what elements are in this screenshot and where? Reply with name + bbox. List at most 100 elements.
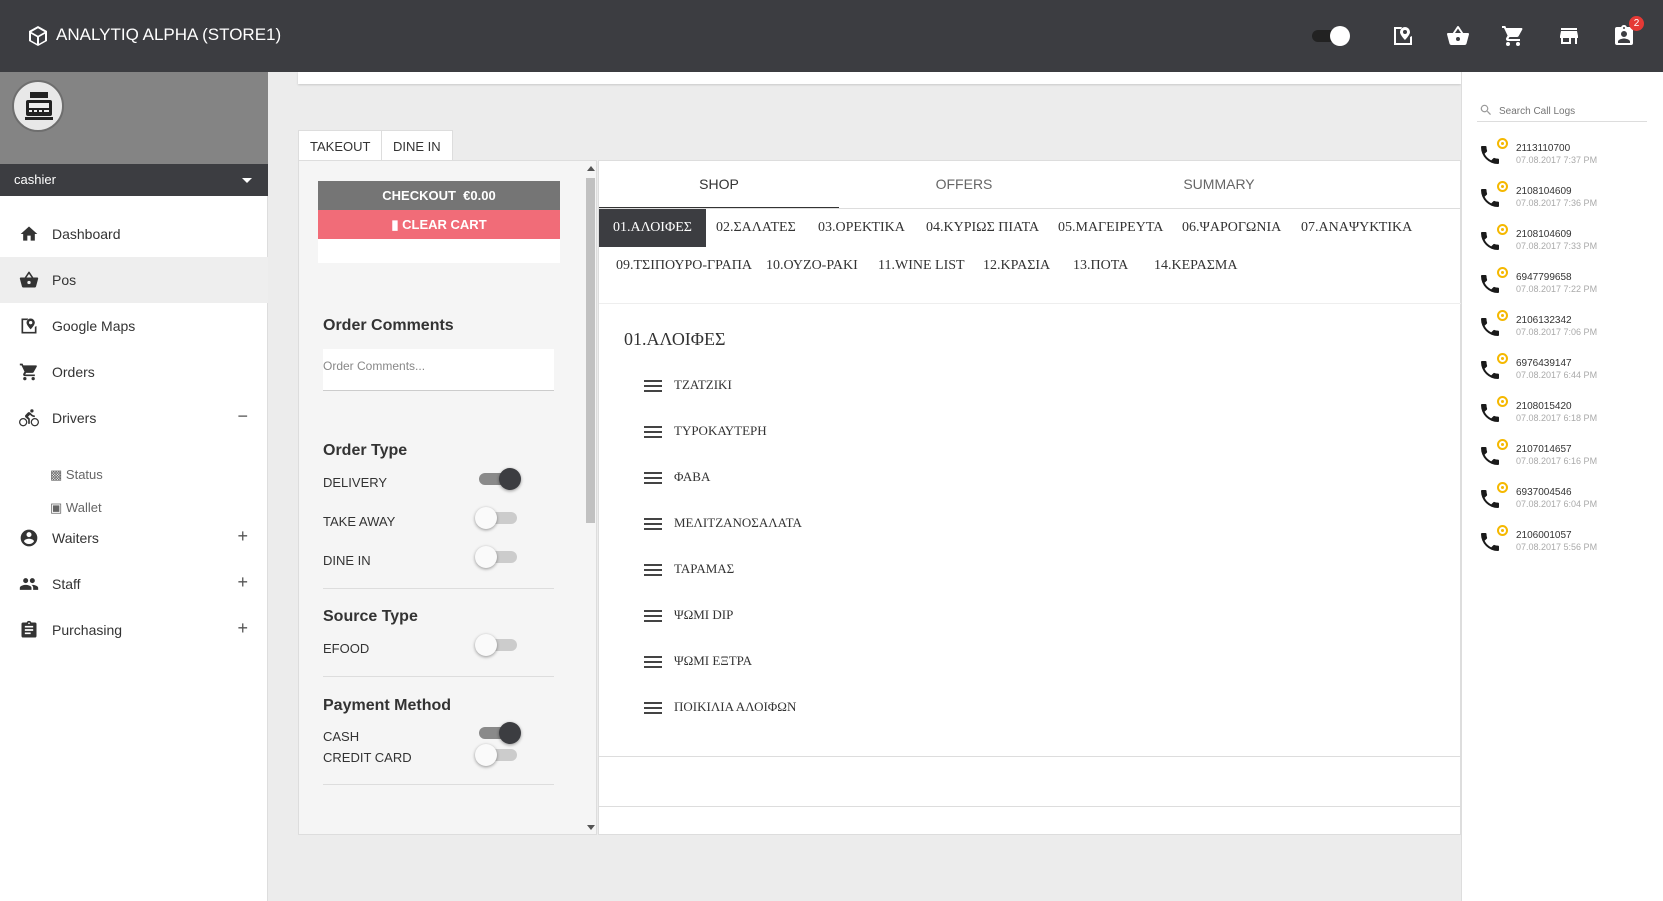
tab-dine-in[interactable]: DINE IN	[381, 130, 453, 161]
checkout-button[interactable]: CHECKOUT €0.00	[318, 181, 560, 210]
store-icon[interactable]	[1557, 24, 1581, 48]
menu-icon	[644, 472, 662, 484]
menu-icon	[644, 656, 662, 668]
nav-item-staff[interactable]: Staff +	[0, 561, 268, 607]
product-name: ΨΩΜΙ ΕΞΤΡΑ	[674, 653, 753, 668]
efood-switch[interactable]	[475, 634, 521, 656]
map-icon[interactable]	[1391, 24, 1415, 48]
call-log-item[interactable]: 2108104609 07.08.2017 7:36 PM	[1478, 181, 1658, 221]
call-log-item[interactable]: 6976439147 07.08.2017 6:44 PM	[1478, 353, 1658, 393]
cart-items-area	[318, 239, 560, 263]
avatar[interactable]	[12, 80, 64, 132]
nav-item-pos[interactable]: Pos	[0, 257, 268, 303]
wallet-icon: ▣	[50, 500, 63, 515]
tab-shop[interactable]: SHOP	[599, 161, 839, 209]
call-date: 07.08.2017 5:56 PM	[1516, 542, 1598, 552]
map-icon	[19, 316, 39, 336]
call-log-item[interactable]: 2108015420 07.08.2017 6:18 PM	[1478, 396, 1658, 436]
status-dot-icon	[1497, 224, 1508, 235]
call-number: 2107014657	[1516, 444, 1572, 455]
category-tab[interactable]: 10.ΟΥΖΟ-ΡΑΚΙ	[752, 247, 872, 285]
nav-item-waiters[interactable]: Waiters +	[0, 515, 268, 561]
status-dot-icon	[1497, 396, 1508, 407]
dine-in-switch[interactable]	[475, 546, 521, 568]
nav-item-drivers[interactable]: Drivers −	[0, 395, 268, 441]
order-type-delivery-label: DELIVERY	[323, 475, 388, 490]
category-tab[interactable]: 02.ΣΑΛΑΤΕΣ	[702, 209, 810, 247]
account-circle-icon	[19, 528, 39, 548]
category-tab[interactable]: 06.ΨΑΡΟΓΩΝΙΑ	[1168, 209, 1295, 247]
call-log-item[interactable]: 6947799658 07.08.2017 7:22 PM	[1478, 267, 1658, 307]
call-log-item[interactable]: 2107014657 07.08.2017 6:16 PM	[1478, 439, 1658, 479]
take-away-switch[interactable]	[475, 507, 521, 529]
menu-icon	[644, 518, 662, 530]
nav-item-google-maps[interactable]: Google Maps	[0, 303, 268, 349]
credit-card-switch[interactable]	[475, 744, 521, 766]
product-name: ΠΟΙΚΙΛΙΑ ΑΛΟΙΦΩΝ	[674, 699, 797, 714]
nav-item-orders[interactable]: Orders	[0, 349, 268, 395]
basket-icon[interactable]	[1446, 24, 1470, 48]
tab-summary[interactable]: SUMMARY	[1089, 161, 1349, 209]
scroll-down-icon[interactable]	[587, 825, 595, 830]
delivery-switch[interactable]	[475, 468, 521, 490]
status-dot-icon	[1497, 181, 1508, 192]
home-icon	[19, 224, 39, 244]
tab-takeout[interactable]: TAKEOUT	[298, 130, 383, 161]
scroll-thumb[interactable]	[586, 178, 595, 523]
divider	[323, 676, 554, 677]
theme-toggle[interactable]	[1310, 26, 1354, 46]
scroll-up-icon[interactable]	[587, 166, 595, 171]
category-tab[interactable]: 04.ΚΥΡΙΩΣ ΠΙΑΤΑ	[912, 209, 1053, 247]
nav-label: Purchasing	[52, 622, 123, 638]
call-log-item[interactable]: 2108104609 07.08.2017 7:33 PM	[1478, 224, 1658, 264]
call-log-item[interactable]: 2106132342 07.08.2017 7:06 PM	[1478, 310, 1658, 350]
nav-item-dashboard[interactable]: Dashboard	[0, 211, 268, 257]
cart-icon[interactable]	[1501, 24, 1525, 48]
cash-switch[interactable]	[475, 722, 521, 744]
cart-scrollbar[interactable]	[584, 161, 597, 836]
payment-method-heading: Payment Method	[323, 697, 452, 714]
tab-offers[interactable]: OFFERS	[839, 161, 1089, 209]
call-date: 07.08.2017 7:36 PM	[1516, 198, 1598, 208]
category-tab[interactable]: 03.ΟΡΕΚΤΙΚΑ	[804, 209, 919, 247]
category-tab[interactable]: 13.ΠΟΤΑ	[1059, 247, 1142, 285]
call-number: 6937004546	[1516, 487, 1572, 498]
user-dropdown[interactable]: cashier	[0, 164, 268, 196]
call-log-item[interactable]: 2106001057 07.08.2017 5:56 PM	[1478, 525, 1658, 565]
call-log-item[interactable]: 2113110700 07.08.2017 7:37 PM	[1478, 138, 1658, 178]
search-call-logs-input[interactable]	[1499, 102, 1644, 120]
expand-icon[interactable]: +	[237, 618, 248, 639]
call-number: 2108104609	[1516, 229, 1572, 240]
category-tab[interactable]: 07.ΑΝΑΨΥΚΤΙΚΑ	[1287, 209, 1426, 247]
nav-label: Dashboard	[52, 226, 121, 242]
payment-card-label: CREDIT CARD	[323, 750, 412, 765]
cart-total: €0.00	[463, 188, 496, 203]
category-tab[interactable]: 12.ΚΡΑΣΙΑ	[969, 247, 1064, 285]
call-number: 2106001057	[1516, 530, 1572, 541]
clear-cart-button[interactable]: ▮ CLEAR CART	[318, 210, 560, 239]
nav-item-purchasing[interactable]: Purchasing +	[0, 607, 268, 653]
call-logs-panel: 211311070007.08.2017 7:37 PM210810460907…	[1461, 72, 1663, 901]
notification-badge: 2	[1629, 16, 1644, 31]
category-tab[interactable]: 05.ΜΑΓΕΙΡΕΥΤΑ	[1044, 209, 1177, 247]
drivers-sub-wallet[interactable]: ▣ Wallet	[50, 500, 102, 516]
call-date: 07.08.2017 7:06 PM	[1516, 327, 1598, 337]
expand-icon[interactable]: +	[237, 572, 248, 593]
category-tab[interactable]: 01.ΑΛΟΙΦΕΣ	[599, 209, 706, 247]
drivers-sub-status[interactable]: ▩ Status	[50, 467, 103, 483]
category-tab[interactable]: 09.ΤΣΙΠΟΥΡΟ-ΓΡΑΠΑ	[602, 247, 766, 285]
status-dot-icon	[1497, 439, 1508, 450]
collapse-icon[interactable]: −	[237, 406, 248, 427]
expand-icon[interactable]: +	[237, 526, 248, 547]
call-log-item[interactable]: 6937004546 07.08.2017 6:04 PM	[1478, 482, 1658, 522]
status-dot-icon	[1497, 267, 1508, 278]
cube-logo-icon	[29, 26, 47, 46]
order-comments-field[interactable]: Order Comments...	[323, 349, 554, 391]
category-tab[interactable]: 11.WINE LIST	[864, 247, 979, 285]
payment-cash-label: CASH	[323, 729, 360, 744]
category-tab[interactable]: 14.ΚΕΡΑΣΜΑ	[1140, 247, 1252, 285]
search-icon	[1480, 104, 1491, 115]
divider	[323, 588, 554, 589]
nav-label: Waiters	[52, 530, 99, 546]
user-name: cashier	[14, 172, 56, 187]
